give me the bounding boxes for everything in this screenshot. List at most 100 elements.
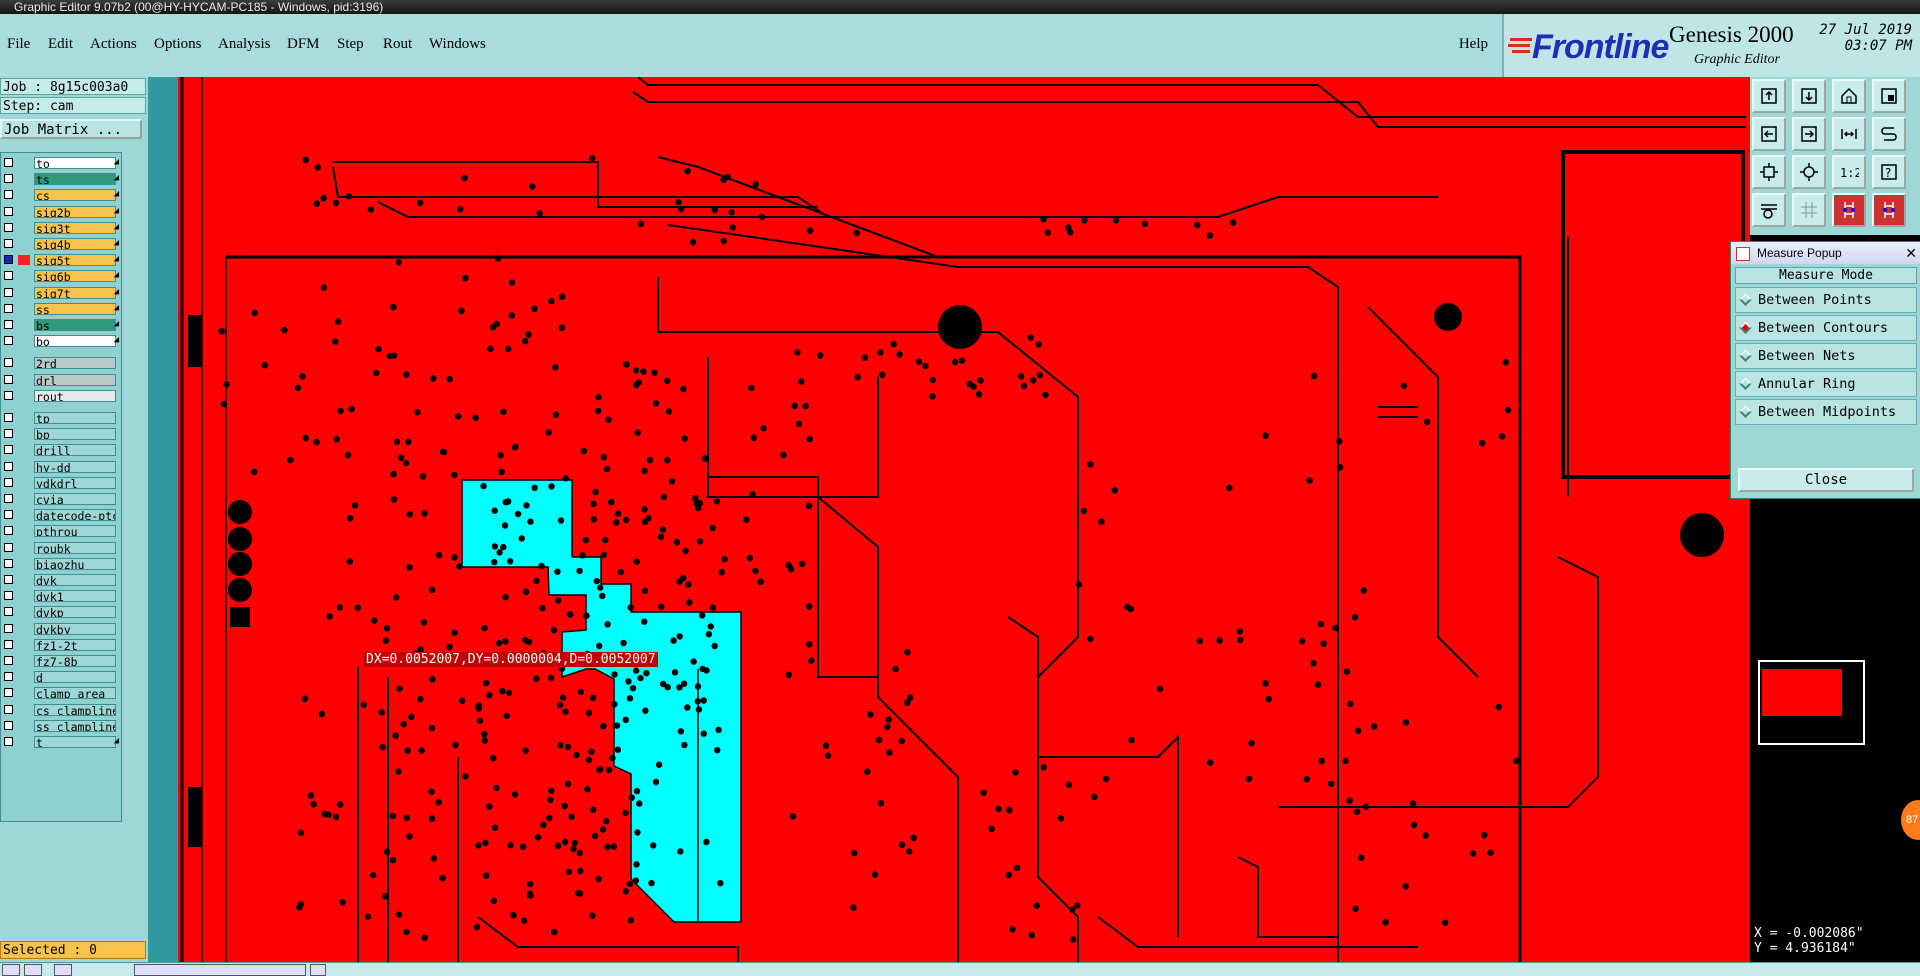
home-button[interactable] xyxy=(1832,79,1866,113)
layer-row[interactable]: d xyxy=(1,670,121,684)
layer-checkbox[interactable] xyxy=(4,688,13,698)
layer-row[interactable]: clamp_area xyxy=(1,686,121,700)
layer-checkbox[interactable] xyxy=(4,737,13,746)
menu-dfm[interactable]: DFM xyxy=(287,36,320,53)
flip-button[interactable] xyxy=(1832,117,1866,151)
layer-checkbox[interactable] xyxy=(4,477,13,487)
layer-name[interactable]: drill xyxy=(34,444,116,457)
layer-row[interactable]: ss_clampline xyxy=(1,719,121,733)
layer-checkbox[interactable] xyxy=(4,358,13,368)
pan-right-button[interactable] xyxy=(1792,117,1826,151)
layer-name[interactable]: fz1-2t xyxy=(34,638,116,651)
layer-name[interactable]: bp xyxy=(34,428,116,441)
layer-checkbox[interactable] xyxy=(4,320,13,329)
status-button[interactable] xyxy=(310,964,326,976)
layer-name[interactable]: bs xyxy=(34,319,116,331)
status-button[interactable] xyxy=(54,964,72,976)
layer-checkbox[interactable] xyxy=(4,206,13,216)
pan-left-button[interactable] xyxy=(1752,117,1786,151)
layer-row[interactable]: to ◢ xyxy=(1,156,121,170)
layer-row[interactable]: fz7-8b xyxy=(1,654,121,668)
layer-row[interactable]: bo ◢ xyxy=(1,334,121,348)
snap-button[interactable] xyxy=(1872,117,1906,151)
layer-name[interactable]: datecode-ptc xyxy=(34,509,116,522)
zoom-home-button[interactable] xyxy=(1752,79,1786,113)
zoom-center-button[interactable] xyxy=(1792,155,1826,189)
layer-name[interactable]: t xyxy=(34,736,116,748)
layer-row[interactable]: sig5t ◢ xyxy=(1,253,121,267)
layer-checkbox[interactable] xyxy=(4,591,13,601)
layer-name[interactable]: cvia xyxy=(34,493,116,505)
layer-row[interactable]: dvkby xyxy=(1,622,121,636)
layer-checkbox[interactable] xyxy=(4,222,13,232)
layer-checkbox[interactable] xyxy=(4,303,13,313)
layer-name[interactable]: sig2b xyxy=(34,205,116,218)
menu-options[interactable]: Options xyxy=(154,36,202,53)
layer-row[interactable]: dvk1 xyxy=(1,589,121,603)
menu-analysis[interactable]: Analysis xyxy=(218,36,271,53)
layer-row[interactable]: bs ◢ xyxy=(1,318,121,332)
layer-name[interactable]: dvkp xyxy=(34,606,116,619)
layer-name[interactable]: sig4b xyxy=(34,238,116,250)
layer-row[interactable]: sig2b ◢ xyxy=(1,205,121,219)
layer-checkbox[interactable] xyxy=(4,542,13,552)
layer-row[interactable]: cvia xyxy=(1,492,121,506)
query-button[interactable]: ? xyxy=(1872,155,1906,189)
layer-checkbox[interactable] xyxy=(4,558,13,568)
layer-row[interactable]: tp xyxy=(1,411,121,425)
menu-actions[interactable]: Actions xyxy=(90,36,137,53)
layer-row[interactable]: rout xyxy=(1,389,121,403)
layer-checkbox[interactable] xyxy=(4,720,13,730)
layer-name[interactable]: sig7t xyxy=(34,286,116,299)
mode-annular-ring[interactable]: Annular Ring xyxy=(1735,371,1917,397)
layer-name[interactable]: sig3t xyxy=(34,221,116,234)
layer-name[interactable]: ydkdrl xyxy=(34,476,116,489)
layer-row[interactable]: t ◢ xyxy=(1,735,121,749)
zoom-fit-button[interactable] xyxy=(1752,155,1786,189)
layer-checkbox[interactable] xyxy=(4,607,13,617)
layer-checkbox[interactable] xyxy=(4,287,13,297)
vertical-scroll-strip[interactable] xyxy=(148,77,178,962)
net-highlight-button[interactable] xyxy=(1832,193,1866,227)
layer-row[interactable]: pthrou xyxy=(1,524,121,538)
layer-name[interactable]: dvk xyxy=(34,574,116,586)
layer-name[interactable]: tp xyxy=(34,412,116,424)
layer-checkbox[interactable] xyxy=(4,271,13,281)
mode-between-points[interactable]: Between Points xyxy=(1735,287,1917,313)
menu-rout[interactable]: Rout xyxy=(383,36,412,53)
layer-row[interactable]: biaozhu xyxy=(1,557,121,571)
layer-checkbox[interactable] xyxy=(4,656,13,665)
scale-1-2-button[interactable]: 1:2 xyxy=(1832,155,1866,189)
measure-tool-button[interactable] xyxy=(1752,193,1786,227)
layer-row[interactable]: ts ◢ xyxy=(1,172,121,186)
layer-checkbox[interactable] xyxy=(4,575,13,584)
layer-name[interactable]: roubk xyxy=(34,541,116,554)
layer-row[interactable]: cs_clampline xyxy=(1,703,121,717)
status-field[interactable] xyxy=(134,964,306,976)
layer-checkbox[interactable] xyxy=(4,174,13,184)
pan-up-button[interactable] xyxy=(1792,79,1826,113)
layer-name[interactable]: cs_clampline xyxy=(34,703,116,716)
layer-name[interactable]: sig5t xyxy=(34,254,116,267)
menu-windows[interactable]: Windows xyxy=(429,36,486,53)
layer-name[interactable]: dvk1 xyxy=(34,590,116,603)
layer-checkbox[interactable] xyxy=(4,390,13,400)
layer-name[interactable]: hy-dd xyxy=(34,460,116,473)
layer-checkbox[interactable] xyxy=(4,510,13,520)
layer-checkbox[interactable] xyxy=(4,445,13,455)
layer-name[interactable]: fz7-8b xyxy=(34,655,116,667)
mode-between-nets[interactable]: Between Nets xyxy=(1735,343,1917,369)
layer-name[interactable]: biaozhu xyxy=(34,557,116,570)
layer-name[interactable]: pthrou xyxy=(34,525,116,538)
layer-row[interactable]: drill xyxy=(1,443,121,457)
net-highlight-2-button[interactable] xyxy=(1872,193,1906,227)
menu-help[interactable]: Help xyxy=(1459,36,1488,53)
layer-name[interactable]: ss xyxy=(34,302,116,315)
job-matrix-button[interactable]: Job Matrix ... xyxy=(0,119,142,139)
layer-checkbox[interactable] xyxy=(4,239,13,248)
layer-row[interactable]: dvkp xyxy=(1,605,121,619)
layer-row[interactable]: dvk xyxy=(1,573,121,587)
layer-row[interactable]: hy-dd xyxy=(1,460,121,474)
layer-checkbox[interactable] xyxy=(4,413,13,422)
layer-row[interactable]: sig4b ◢ xyxy=(1,237,121,251)
